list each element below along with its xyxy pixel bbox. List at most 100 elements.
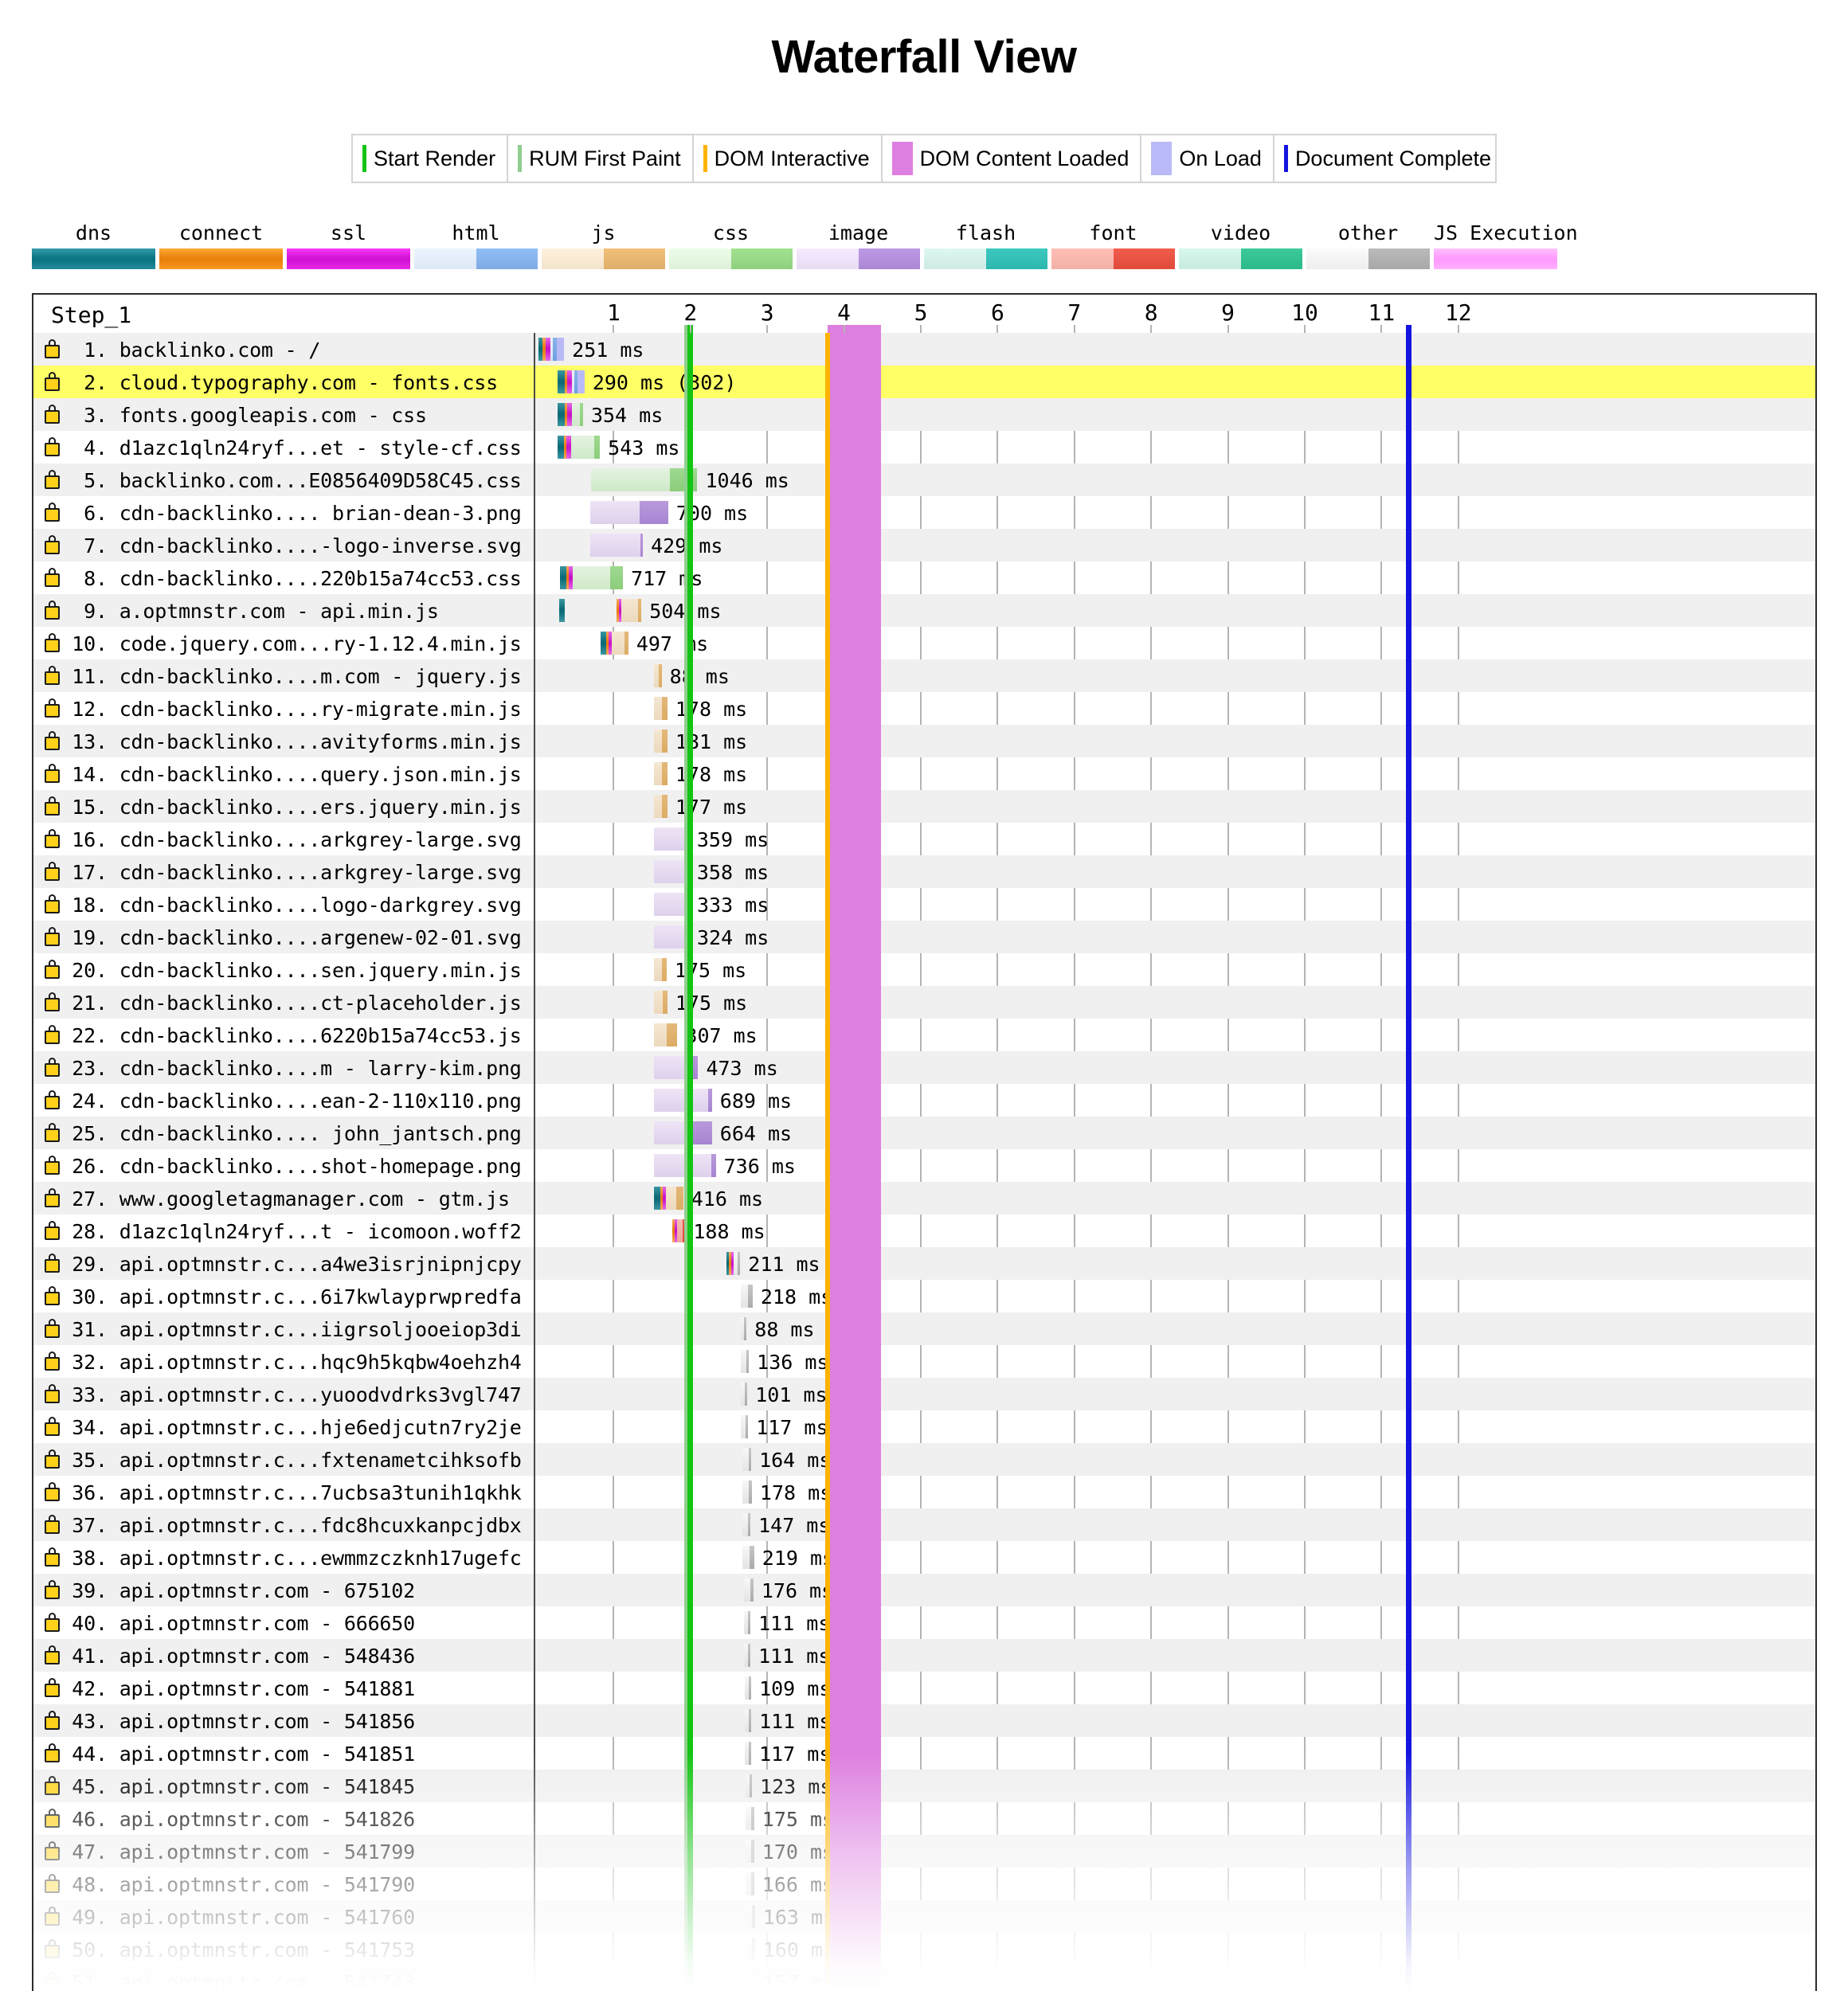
request-url-label[interactable]: 34. api.optmnstr.c...hje6edjcutn7ry2je [65, 1416, 522, 1439]
request-url-label[interactable]: 17. cdn-backlinko....arkgrey-large.svg [65, 861, 522, 884]
request-bar[interactable] [745, 1742, 752, 1765]
request-bar[interactable] [744, 1644, 751, 1667]
table-row[interactable]: 5. backlinko.com...E0856409D58C45.css 104… [33, 464, 1815, 496]
request-bar[interactable] [654, 730, 668, 753]
table-row[interactable]: 25. cdn-backlinko.... john_jantsch.png 66… [33, 1117, 1815, 1149]
table-row[interactable]: 16. cdn-backlinko....arkgrey-large.svg 35… [33, 823, 1815, 855]
request-bar[interactable] [671, 1219, 686, 1242]
request-url-label[interactable]: 18. cdn-backlinko....logo-darkgrey.svg [65, 894, 522, 917]
request-url-label[interactable]: 40. api.optmnstr.com - 666650 [65, 1612, 415, 1635]
request-bar[interactable] [741, 1317, 747, 1340]
request-url-label[interactable]: 48. api.optmnstr.com - 541790 [65, 1873, 415, 1896]
request-bar[interactable] [654, 991, 668, 1014]
table-row[interactable]: 37. api.optmnstr.c...fdc8hcuxkanpcjdbx 14… [33, 1508, 1815, 1541]
request-bar[interactable] [558, 403, 583, 426]
request-url-label[interactable]: 1. backlinko.com - / [65, 338, 320, 362]
request-bar[interactable] [654, 1056, 699, 1079]
request-bar[interactable] [654, 1154, 716, 1177]
request-url-label[interactable]: 46. api.optmnstr.com - 541826 [65, 1808, 415, 1831]
request-url-label[interactable]: 49. api.optmnstr.com - 541760 [65, 1906, 415, 1929]
request-url-label[interactable]: 38. api.optmnstr.c...ewmmzczknh17ugefc [65, 1547, 522, 1570]
table-row[interactable]: 9. a.optmnstr.com - api.min.js 504 ms [33, 594, 1815, 627]
table-row[interactable]: 36. api.optmnstr.c...7ucbsa3tunih1qkhk 17… [33, 1476, 1815, 1508]
request-url-label[interactable]: 15. cdn-backlinko....ers.jquery.min.js [65, 796, 522, 819]
request-bar[interactable] [744, 1611, 751, 1634]
request-bar[interactable] [558, 436, 601, 459]
request-bar[interactable] [741, 1285, 753, 1308]
table-row[interactable]: 39. api.optmnstr.com - 675102 176 ms [33, 1574, 1815, 1606]
request-bar[interactable] [745, 1676, 752, 1700]
table-row[interactable]: 23. cdn-backlinko....m - larry-kim.png 47… [33, 1051, 1815, 1084]
table-row[interactable]: 41. api.optmnstr.com - 548436 111 ms [33, 1639, 1815, 1672]
request-bar[interactable] [538, 338, 565, 361]
table-row[interactable]: 4. d1azc1qln24ryf...et - style-cf.css 543… [33, 431, 1815, 464]
request-bar[interactable] [654, 893, 689, 916]
table-row[interactable]: 30. api.optmnstr.c...6i7kwlayprwpredfa 21… [33, 1280, 1815, 1312]
request-url-label[interactable]: 11. cdn-backlinko....m.com - jquery.js [65, 665, 522, 688]
table-row[interactable]: 8. cdn-backlinko....220b15a74cc53.css 717… [33, 561, 1815, 594]
request-bar[interactable] [746, 1840, 754, 1863]
request-bar[interactable] [746, 1774, 753, 1797]
table-row[interactable]: 17. cdn-backlinko....arkgrey-large.svg 35… [33, 855, 1815, 888]
request-url-label[interactable]: 39. api.optmnstr.com - 675102 [65, 1579, 415, 1602]
table-row[interactable]: 49. api.optmnstr.com - 541760 163 ms [33, 1900, 1815, 1933]
table-row[interactable]: 11. cdn-backlinko....m.com - jquery.js 88… [33, 659, 1815, 692]
request-url-label[interactable]: 20. cdn-backlinko....sen.jquery.min.js [65, 959, 522, 982]
request-bar[interactable] [591, 468, 698, 491]
table-row[interactable]: 10. code.jquery.com...ry-1.12.4.min.js 49… [33, 627, 1815, 659]
table-row[interactable]: 42. api.optmnstr.com - 541881 109 ms [33, 1672, 1815, 1704]
request-bar[interactable] [746, 1807, 754, 1830]
table-row[interactable]: 15. cdn-backlinko....ers.jquery.min.js 17… [33, 790, 1815, 823]
request-bar[interactable] [654, 860, 689, 883]
table-row[interactable]: 24. cdn-backlinko....ean-2-110x110.png 68… [33, 1084, 1815, 1117]
request-url-label[interactable]: 23. cdn-backlinko....m - larry-kim.png [65, 1057, 522, 1080]
request-url-label[interactable]: 44. api.optmnstr.com - 541851 [65, 1743, 415, 1766]
request-url-label[interactable]: 27. www.googletagmanager.com - gtm.js [65, 1187, 510, 1211]
table-row[interactable]: 7. cdn-backlinko....-logo-inverse.svg 429… [33, 529, 1815, 561]
request-bar[interactable] [742, 1546, 754, 1569]
request-bar[interactable] [654, 827, 689, 851]
table-row[interactable]: 13. cdn-backlinko....avityforms.min.js 18… [33, 725, 1815, 757]
table-row[interactable]: 51. api.optmnstr.com - 541743 157 ms [33, 1966, 1815, 1991]
request-url-label[interactable]: 50. api.optmnstr.com - 541753 [65, 1938, 415, 1962]
request-url-label[interactable]: 5. backlinko.com...E0856409D58C45.css [65, 469, 522, 492]
table-row[interactable]: 2. cloud.typography.com - fonts.css 290 m… [33, 366, 1815, 398]
table-row[interactable]: 45. api.optmnstr.com - 541845 123 ms [33, 1770, 1815, 1802]
request-url-label[interactable]: 36. api.optmnstr.c...7ucbsa3tunih1qkhk [65, 1481, 522, 1504]
request-bar[interactable] [654, 664, 662, 687]
request-bar[interactable] [654, 925, 689, 949]
request-url-label[interactable]: 8. cdn-backlinko....220b15a74cc53.css [65, 567, 522, 590]
request-url-label[interactable]: 6. cdn-backlinko.... brian-dean-3.png [65, 502, 522, 525]
request-url-label[interactable]: 35. api.optmnstr.c...fxtenametcihksofb [65, 1449, 522, 1472]
request-url-label[interactable]: 42. api.optmnstr.com - 541881 [65, 1677, 415, 1700]
request-bar[interactable] [654, 958, 667, 981]
request-bar[interactable] [742, 1481, 752, 1504]
request-url-label[interactable]: 45. api.optmnstr.com - 541845 [65, 1775, 415, 1798]
table-row[interactable]: 26. cdn-backlinko....shot-homepage.png 73… [33, 1149, 1815, 1182]
request-url-label[interactable]: 51. api.optmnstr.com - 541743 [65, 1971, 415, 1991]
request-bar[interactable] [589, 501, 668, 524]
request-bar[interactable] [741, 1350, 750, 1373]
table-row[interactable]: 50. api.optmnstr.com - 541753 160 ms [33, 1933, 1815, 1966]
request-url-label[interactable]: 43. api.optmnstr.com - 541856 [65, 1710, 415, 1733]
request-url-label[interactable]: 12. cdn-backlinko....ry-migrate.min.js [65, 698, 522, 721]
table-row[interactable]: 27. www.googletagmanager.com - gtm.js 416… [33, 1182, 1815, 1215]
request-url-label[interactable]: 14. cdn-backlinko....query.json.min.js [65, 763, 522, 786]
table-row[interactable]: 48. api.optmnstr.com - 541790 166 ms [33, 1868, 1815, 1900]
table-row[interactable]: 32. api.optmnstr.c...hqc9h5kqbw4oehzh4 13… [33, 1345, 1815, 1378]
request-url-label[interactable]: 32. api.optmnstr.c...hqc9h5kqbw4oehzh4 [65, 1351, 522, 1374]
table-row[interactable]: 34. api.optmnstr.c...hje6edjcutn7ry2je 11… [33, 1410, 1815, 1443]
request-url-label[interactable]: 19. cdn-backlinko....argenew-02-01.svg [65, 926, 522, 949]
request-url-label[interactable]: 30. api.optmnstr.c...6i7kwlayprwpredfa [65, 1285, 522, 1308]
request-bar[interactable] [589, 534, 644, 557]
request-bar[interactable] [746, 1970, 755, 1991]
request-url-label[interactable]: 7. cdn-backlinko....-logo-inverse.svg [65, 534, 522, 557]
request-bar[interactable] [558, 370, 585, 393]
table-row[interactable]: 46. api.optmnstr.com - 541826 175 ms [33, 1802, 1815, 1835]
request-bar[interactable] [654, 697, 668, 720]
request-url-label[interactable]: 29. api.optmnstr.c...a4we3isrjnipnjcpy [65, 1253, 522, 1276]
table-row[interactable]: 33. api.optmnstr.c...yuoodvdrks3vgl747 10… [33, 1378, 1815, 1410]
request-url-label[interactable]: 37. api.optmnstr.c...fdc8hcuxkanpcjdbx [65, 1514, 522, 1537]
table-row[interactable]: 21. cdn-backlinko....ct-placeholder.js 17… [33, 986, 1815, 1019]
table-row[interactable]: 38. api.optmnstr.c...ewmmzczknh17ugefc 21… [33, 1541, 1815, 1574]
